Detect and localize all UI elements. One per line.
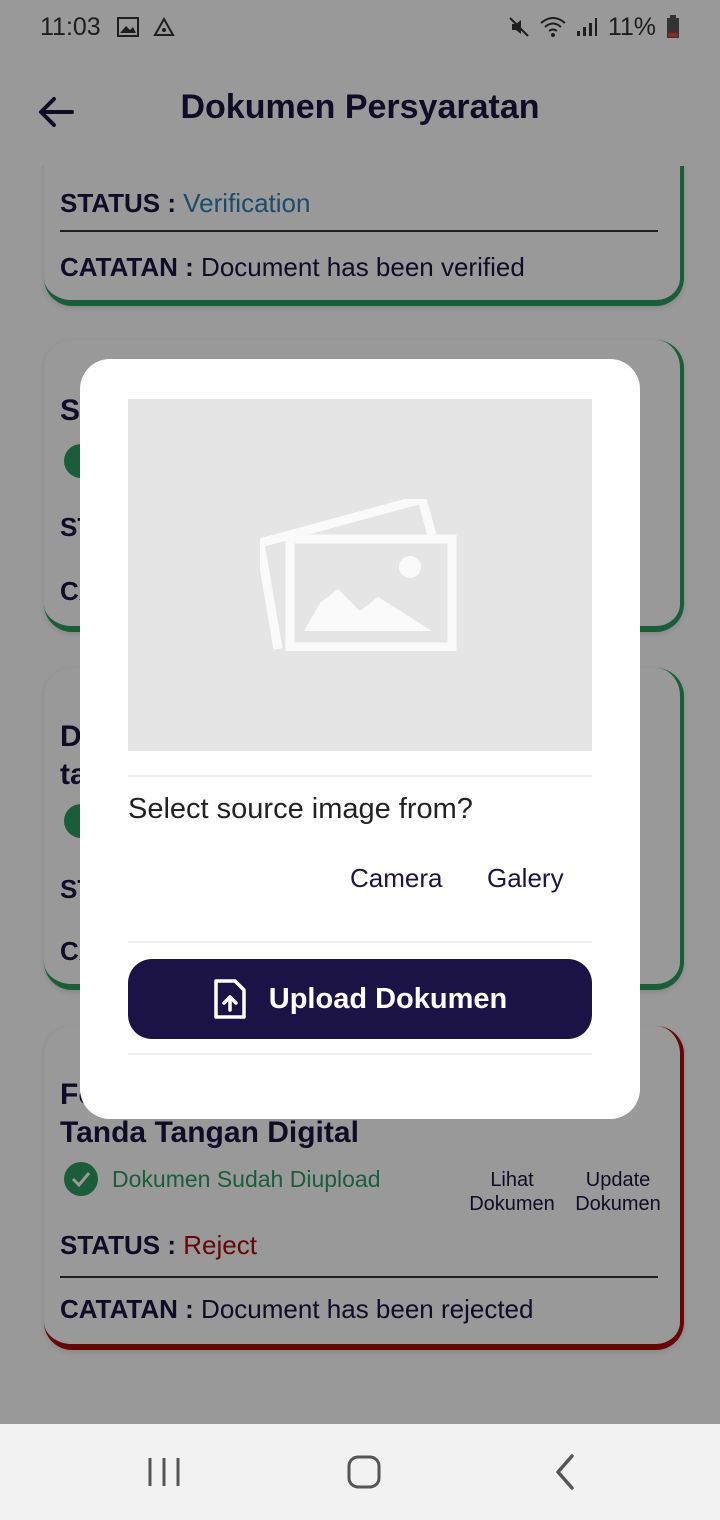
image-placeholder-icon <box>260 499 457 651</box>
upload-button-label: Upload Dokumen <box>268 982 508 1015</box>
gallery-button[interactable]: Galery <box>487 863 564 894</box>
upload-document-button[interactable]: Upload Dokumen <box>128 959 592 1039</box>
back-nav-icon[interactable] <box>546 1452 586 1492</box>
source-prompt: Select source image from? <box>128 793 473 825</box>
file-upload-icon <box>214 979 246 1019</box>
home-icon[interactable] <box>344 1452 384 1492</box>
camera-button[interactable]: Camera <box>350 863 442 894</box>
recent-apps-icon[interactable] <box>144 1452 184 1492</box>
image-preview <box>128 399 592 751</box>
system-nav-bar <box>0 1424 720 1520</box>
image-source-dialog: Select source image from? Camera Galery … <box>80 359 640 1119</box>
